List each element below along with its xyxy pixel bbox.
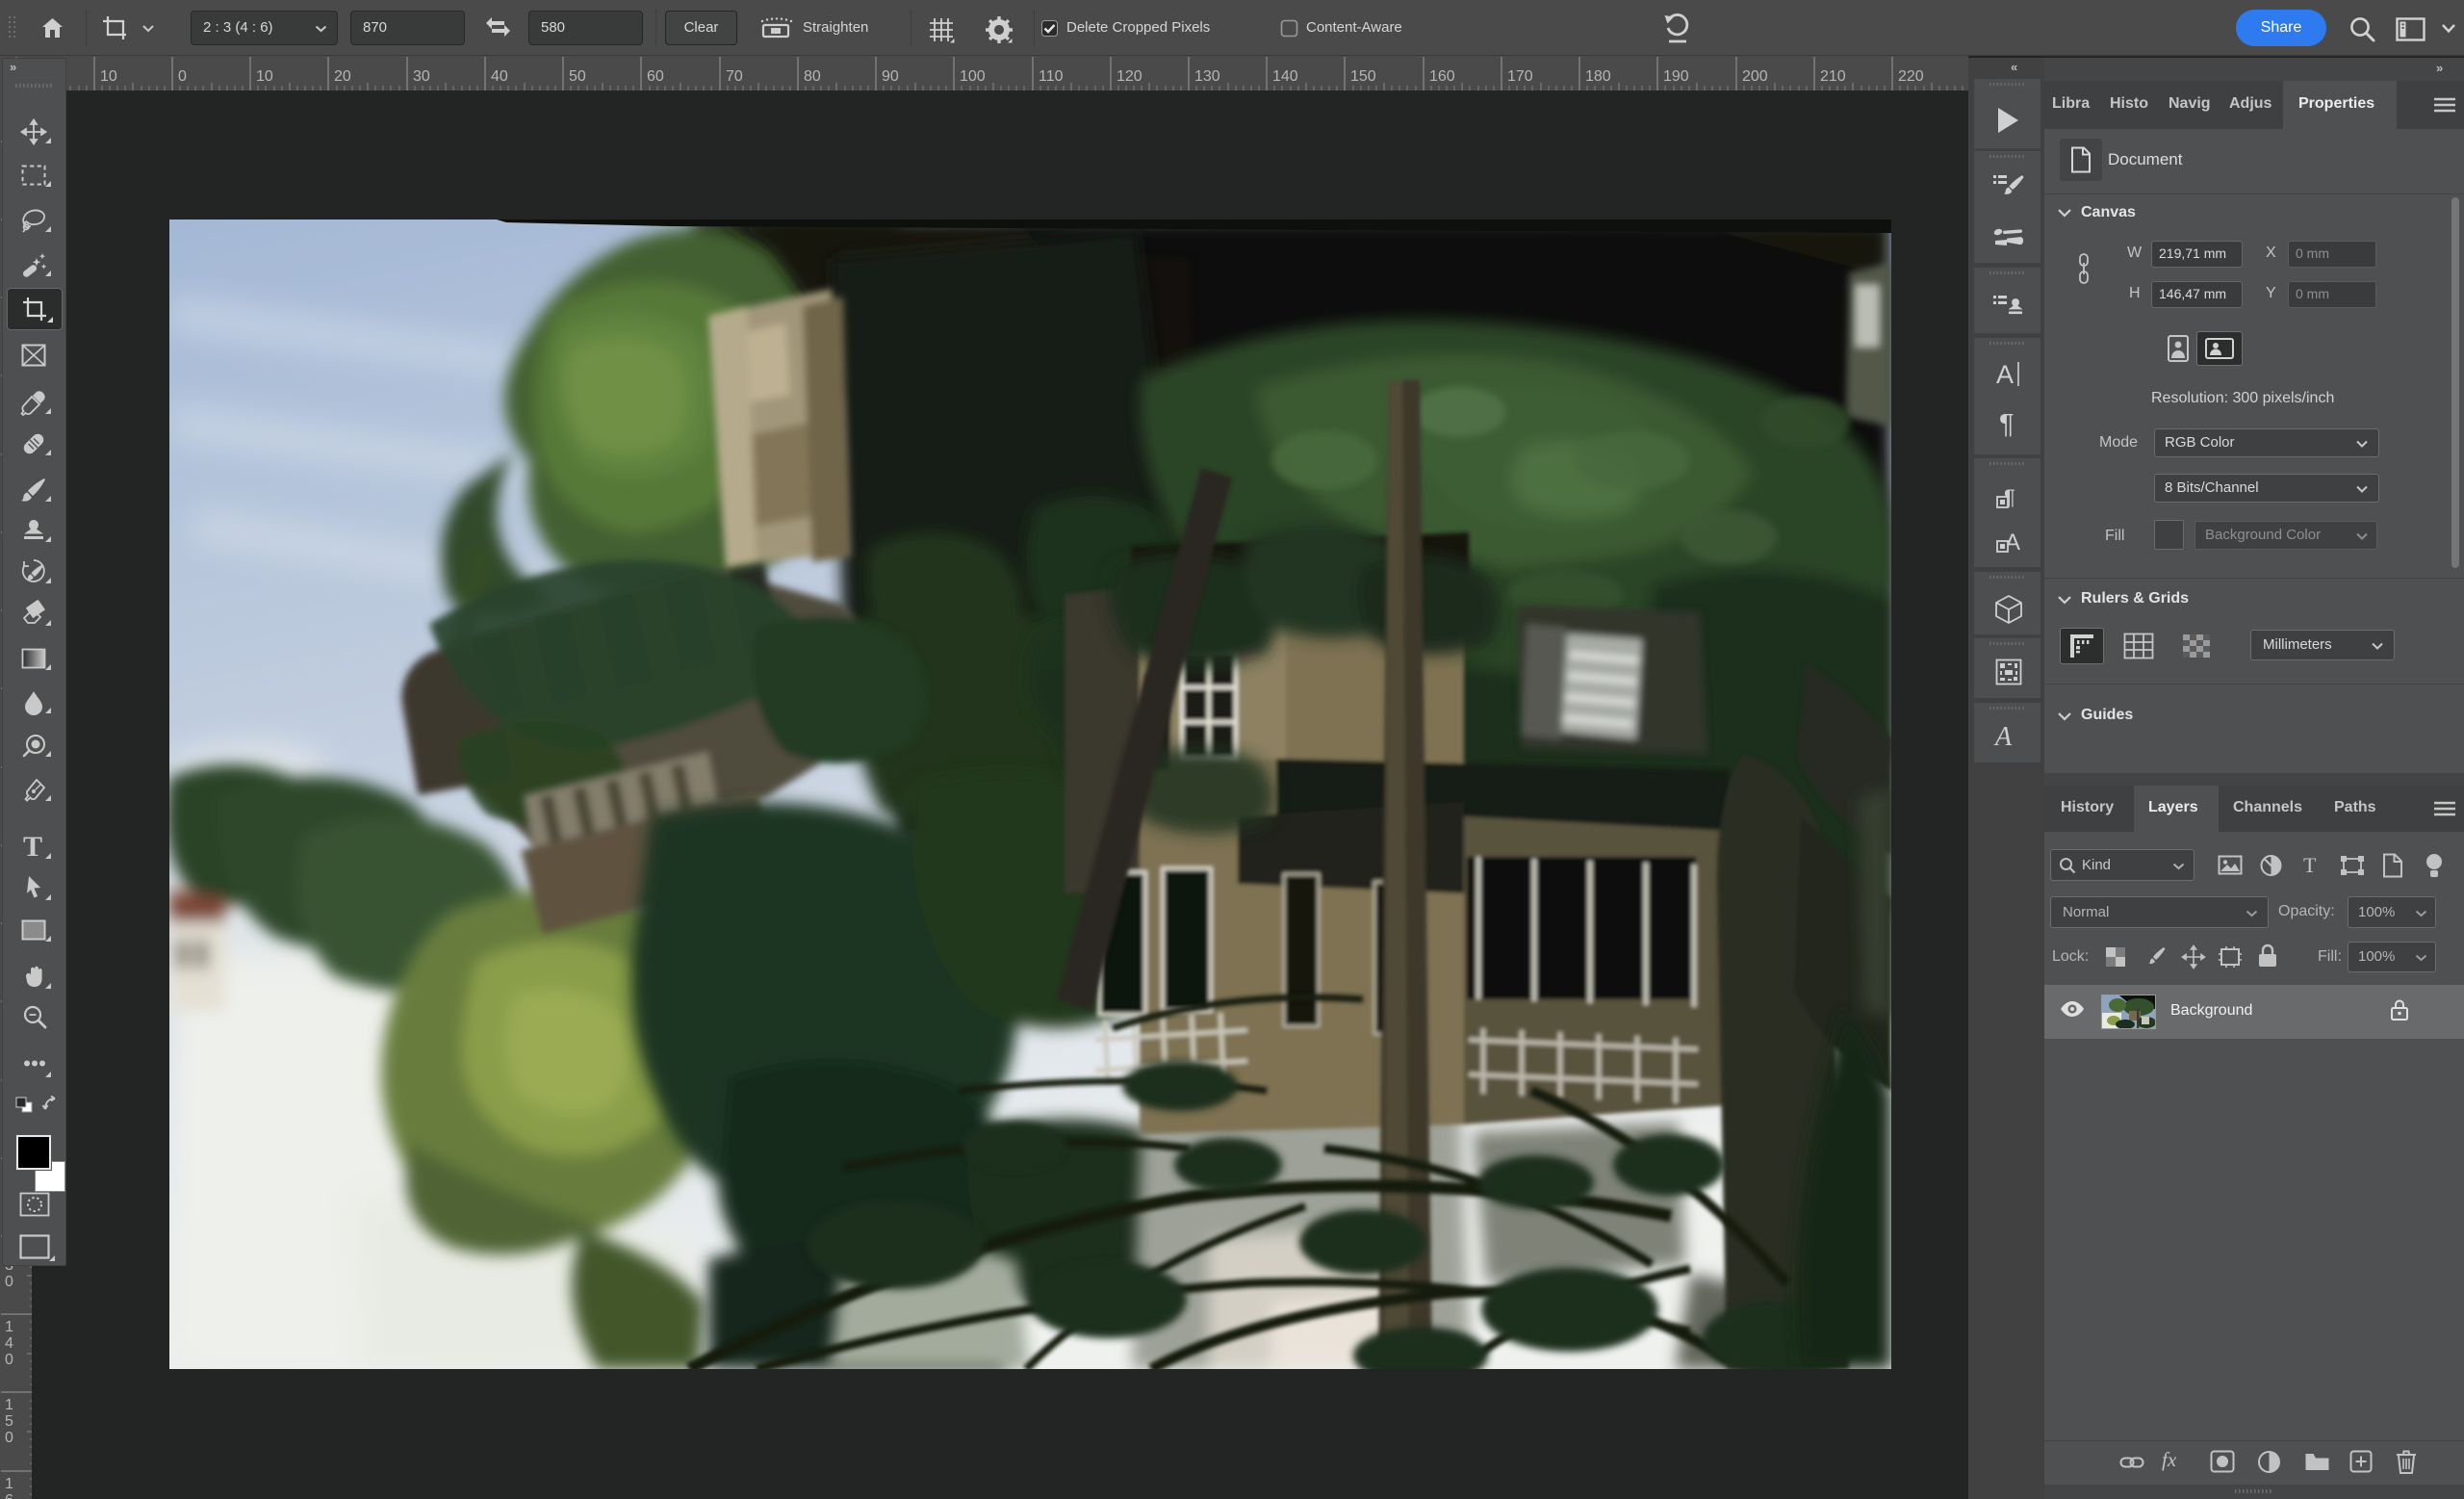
svg-text:20: 20	[334, 68, 351, 85]
svg-text:1: 1	[5, 1319, 13, 1335]
svg-text:0: 0	[5, 1274, 13, 1290]
svg-text:80: 80	[804, 68, 821, 85]
svg-text:0: 0	[178, 68, 187, 85]
svg-text:150: 150	[1350, 68, 1376, 85]
svg-text:120: 120	[1116, 68, 1142, 85]
svg-text:30: 30	[413, 68, 430, 85]
svg-text:180: 180	[1585, 68, 1611, 85]
svg-text:40: 40	[491, 68, 508, 85]
svg-text:0: 0	[5, 1352, 13, 1368]
svg-text:170: 170	[1507, 68, 1533, 85]
svg-text:4: 4	[5, 1335, 13, 1352]
svg-text:A: A	[1996, 360, 2014, 389]
svg-text:200: 200	[1742, 68, 1768, 85]
svg-text:110: 110	[1039, 68, 1064, 85]
svg-text:0: 0	[5, 1430, 13, 1446]
svg-text:220: 220	[1898, 68, 1924, 85]
svg-text:210: 210	[1820, 68, 1846, 85]
svg-text:6: 6	[5, 1492, 13, 1499]
svg-text:50: 50	[569, 68, 586, 85]
svg-text:¶: ¶	[1999, 409, 2015, 440]
svg-text:100: 100	[960, 68, 986, 85]
svg-text:10: 10	[256, 68, 273, 85]
svg-text:70: 70	[726, 68, 743, 85]
svg-text:130: 130	[1194, 68, 1220, 85]
svg-text:140: 140	[1272, 68, 1298, 85]
svg-text:160: 160	[1429, 68, 1455, 85]
svg-text:60: 60	[647, 68, 664, 85]
svg-text:90: 90	[882, 68, 899, 85]
svg-text:A: A	[1993, 722, 2013, 752]
svg-text:5: 5	[5, 1413, 13, 1430]
svg-text:1: 1	[5, 1476, 13, 1492]
svg-text:190: 190	[1663, 68, 1689, 85]
svg-text:1: 1	[5, 1397, 13, 1413]
svg-text:10: 10	[100, 68, 117, 85]
